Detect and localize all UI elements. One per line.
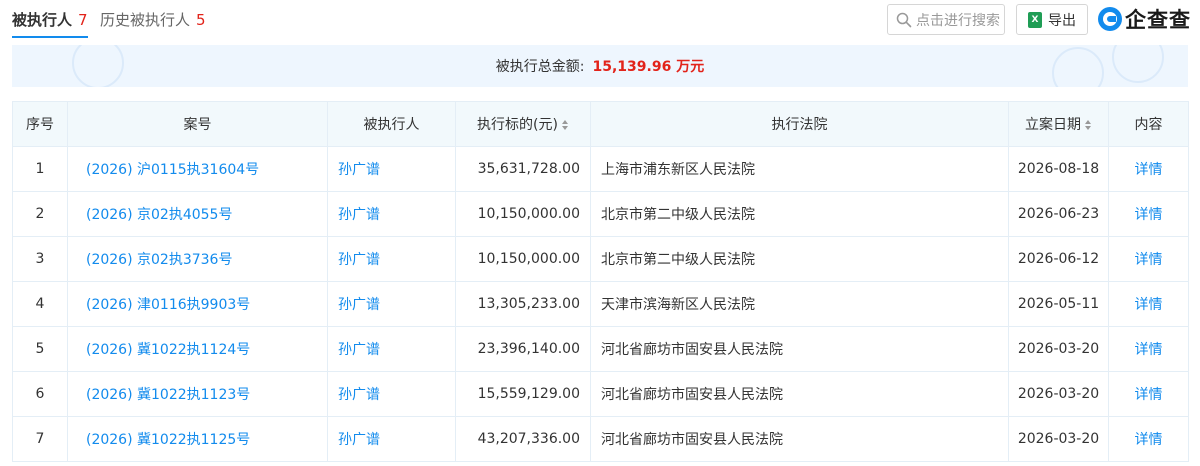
tab-count: 5 bbox=[196, 11, 206, 29]
row-index: 2 bbox=[12, 191, 68, 237]
summary-label: 被执行总金额: bbox=[495, 59, 585, 75]
details-link[interactable]: 详情 bbox=[1108, 146, 1189, 192]
table-row: 5 (2026) 冀1022执1124号 孙广谱 23,396,140.00 河北省廊坊… bbox=[12, 326, 1189, 372]
search-label: 点击进行搜索 bbox=[916, 12, 1000, 29]
details-link[interactable]: 详情 bbox=[1108, 191, 1189, 237]
table-row: 4 (2026) 津0116执9903号 孙广谱 13,305,233.00 天津市滨海… bbox=[12, 281, 1189, 327]
executed-person-link[interactable]: 孙广谱 bbox=[327, 146, 456, 192]
header-amount-label: 执行标的(元) bbox=[477, 117, 558, 133]
tab-label: 历史被执行人 bbox=[100, 11, 191, 29]
row-index: 6 bbox=[12, 371, 68, 417]
case-number-link[interactable]: (2026) 津0116执9903号 bbox=[67, 281, 328, 327]
tab-label: 被执行人 bbox=[12, 11, 73, 29]
executed-person-table: 序号 案号 被执行人 执行标的(元) 执行法院 立案日期 内容 1 (2026) … bbox=[12, 101, 1189, 462]
search-button[interactable]: 点击进行搜索 bbox=[887, 4, 1005, 35]
search-icon bbox=[896, 12, 912, 27]
details-link[interactable]: 详情 bbox=[1108, 326, 1189, 372]
court-name: 河北省廊坊市固安县人民法院 bbox=[590, 371, 1009, 417]
court-name: 北京市第二中级人民法院 bbox=[590, 236, 1009, 282]
court-name: 河北省廊坊市固安县人民法院 bbox=[590, 326, 1009, 372]
row-index: 4 bbox=[12, 281, 68, 327]
filing-date: 2026-03-20 bbox=[1008, 416, 1109, 462]
table-row: 6 (2026) 冀1022执1123号 孙广谱 15,559,129.00 河北省廊坊… bbox=[12, 371, 1189, 417]
header-filing-date-label: 立案日期 bbox=[1025, 117, 1081, 133]
case-number-link[interactable]: (2026) 冀1022执1124号 bbox=[67, 326, 328, 372]
header-index: 序号 bbox=[12, 101, 68, 147]
executed-person-link[interactable]: 孙广谱 bbox=[327, 326, 456, 372]
executed-person-link[interactable]: 孙广谱 bbox=[327, 236, 456, 282]
filing-date: 2026-03-20 bbox=[1008, 371, 1109, 417]
top-bar: 被执行人 7 历史被执行人 5 点击进行搜索 X 导出 企查查 bbox=[0, 0, 1200, 40]
details-link[interactable]: 详情 bbox=[1108, 416, 1189, 462]
case-number-link[interactable]: (2026) 京02执4055号 bbox=[67, 191, 328, 237]
execution-amount: 43,207,336.00 bbox=[455, 416, 591, 462]
details-link[interactable]: 详情 bbox=[1108, 236, 1189, 282]
row-index: 3 bbox=[12, 236, 68, 282]
court-name: 天津市滨海新区人民法院 bbox=[590, 281, 1009, 327]
details-link[interactable]: 详情 bbox=[1108, 281, 1189, 327]
logo-mark-icon bbox=[1098, 7, 1122, 31]
filing-date: 2026-03-20 bbox=[1008, 326, 1109, 372]
filing-date: 2026-06-12 bbox=[1008, 236, 1109, 282]
executed-person-link[interactable]: 孙广谱 bbox=[327, 371, 456, 417]
execution-amount: 13,305,233.00 bbox=[455, 281, 591, 327]
case-number-link[interactable]: (2026) 京02执3736号 bbox=[67, 236, 328, 282]
filing-date: 2026-08-18 bbox=[1008, 146, 1109, 192]
details-link[interactable]: 详情 bbox=[1108, 371, 1189, 417]
table-header-row: 序号 案号 被执行人 执行标的(元) 执行法院 立案日期 内容 bbox=[12, 101, 1189, 147]
header-amount[interactable]: 执行标的(元) bbox=[455, 101, 591, 147]
logo-text: 企查查 bbox=[1125, 8, 1191, 32]
execution-amount: 15,559,129.00 bbox=[455, 371, 591, 417]
header-filing-date[interactable]: 立案日期 bbox=[1008, 101, 1109, 147]
summary-banner: 被执行总金额: 15,139.96 万元 bbox=[12, 45, 1188, 87]
execution-amount: 10,150,000.00 bbox=[455, 191, 591, 237]
export-label: 导出 bbox=[1048, 12, 1076, 29]
table-row: 3 (2026) 京02执3736号 孙广谱 10,150,000.00 北京市第二中级… bbox=[12, 236, 1189, 282]
sort-icon[interactable] bbox=[561, 120, 569, 130]
row-index: 7 bbox=[12, 416, 68, 462]
header-content: 内容 bbox=[1108, 101, 1189, 147]
filing-date: 2026-06-23 bbox=[1008, 191, 1109, 237]
header-court: 执行法院 bbox=[590, 101, 1009, 147]
table-row: 2 (2026) 京02执4055号 孙广谱 10,150,000.00 北京市第二中级… bbox=[12, 191, 1189, 237]
sort-icon[interactable] bbox=[1085, 120, 1092, 130]
excel-icon: X bbox=[1028, 11, 1042, 28]
case-number-link[interactable]: (2026) 冀1022执1123号 bbox=[67, 371, 328, 417]
executed-person-link[interactable]: 孙广谱 bbox=[327, 416, 456, 462]
court-name: 河北省廊坊市固安县人民法院 bbox=[590, 416, 1009, 462]
tab-count: 7 bbox=[78, 11, 88, 29]
export-button[interactable]: X 导出 bbox=[1016, 4, 1088, 35]
tab-executed-person[interactable]: 被执行人 7 bbox=[12, 10, 88, 38]
executed-person-link[interactable]: 孙广谱 bbox=[327, 281, 456, 327]
summary-amount: 15,139.96 万元 bbox=[592, 59, 705, 75]
coin-decoration-icon bbox=[72, 45, 124, 87]
court-name: 上海市浦东新区人民法院 bbox=[590, 146, 1009, 192]
logo: 企查查 bbox=[1098, 4, 1191, 34]
header-executed-person: 被执行人 bbox=[327, 101, 456, 147]
tab-history-executed-person[interactable]: 历史被执行人 5 bbox=[100, 10, 206, 36]
coin-decoration-icon bbox=[1052, 47, 1104, 87]
filing-date: 2026-05-11 bbox=[1008, 281, 1109, 327]
table-row: 1 (2026) 沪0115执31604号 孙广谱 35,631,728.00 上海市浦… bbox=[12, 146, 1189, 192]
case-number-link[interactable]: (2026) 冀1022执1125号 bbox=[67, 416, 328, 462]
case-number-link[interactable]: (2026) 沪0115执31604号 bbox=[67, 146, 328, 192]
execution-amount: 10,150,000.00 bbox=[455, 236, 591, 282]
execution-amount: 23,396,140.00 bbox=[455, 326, 591, 372]
coin-decoration-icon bbox=[1112, 45, 1164, 83]
court-name: 北京市第二中级人民法院 bbox=[590, 191, 1009, 237]
table-row: 7 (2026) 冀1022执1125号 孙广谱 43,207,336.00 河北省廊坊… bbox=[12, 416, 1189, 462]
row-index: 5 bbox=[12, 326, 68, 372]
execution-amount: 35,631,728.00 bbox=[455, 146, 591, 192]
executed-person-link[interactable]: 孙广谱 bbox=[327, 191, 456, 237]
header-case-number: 案号 bbox=[67, 101, 328, 147]
row-index: 1 bbox=[12, 146, 68, 192]
